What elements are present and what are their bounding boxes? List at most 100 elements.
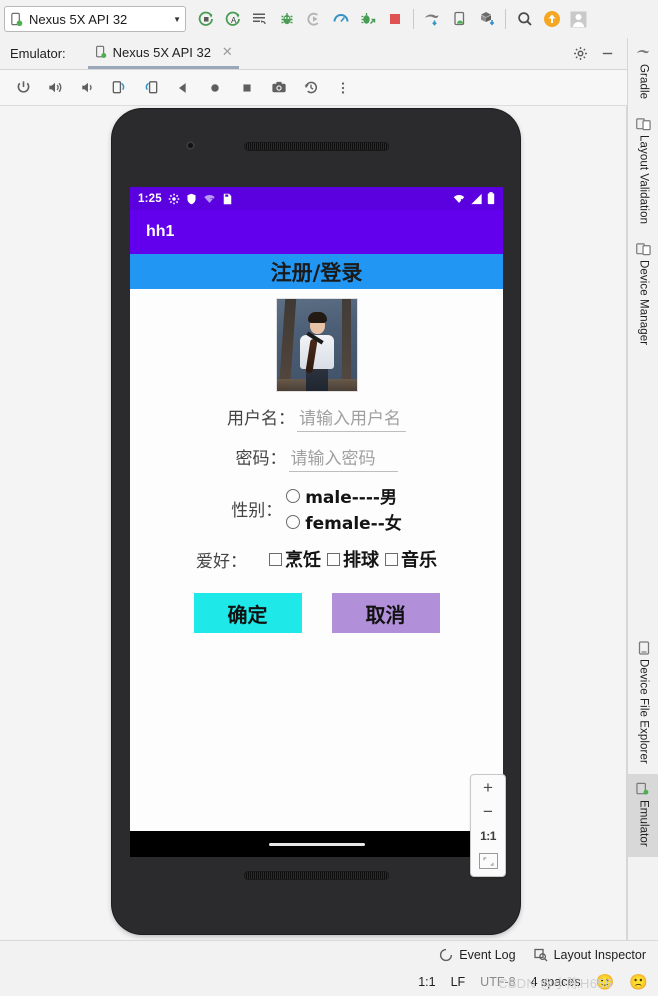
- attach-debugger-icon[interactable]: [300, 4, 327, 34]
- app-title: hh1: [146, 223, 175, 240]
- sidebar-label: Device Manager: [637, 260, 650, 346]
- radio-male[interactable]: male----男: [286, 483, 402, 508]
- back-button[interactable]: [168, 73, 198, 103]
- sidebar-item-device-file-explorer[interactable]: Device File Explorer: [628, 633, 658, 774]
- checkbox-icon[interactable]: [385, 552, 398, 566]
- debug-attach-process-icon[interactable]: [354, 4, 381, 34]
- indent-setting[interactable]: 4 spaces: [531, 975, 581, 989]
- svg-text:?: ?: [210, 198, 213, 204]
- form-body: 用户名： 请输入用户名 密码： 请输入密码 性别： male----男 fema…: [130, 289, 503, 857]
- update-icon[interactable]: [538, 4, 565, 34]
- actual-size-button[interactable]: 1:1: [480, 829, 496, 843]
- close-icon[interactable]: ✕: [222, 44, 233, 60]
- checkbox-music[interactable]: 音乐: [385, 546, 437, 572]
- chevron-down-icon[interactable]: ▼: [173, 15, 181, 24]
- caret-position[interactable]: 1:1: [418, 975, 435, 989]
- history-button[interactable]: [296, 73, 326, 103]
- file-encoding[interactable]: UTF-8: [480, 975, 515, 989]
- minimize-icon[interactable]: [600, 46, 615, 61]
- checkbox-icon[interactable]: [269, 552, 282, 566]
- screenshot-button[interactable]: [264, 73, 294, 103]
- bottom-item-event-log[interactable]: Event Log: [439, 948, 516, 962]
- feedback-sad-icon[interactable]: 🙁: [629, 973, 648, 991]
- radio-female-label: female--女: [305, 514, 402, 534]
- stop-icon[interactable]: [381, 4, 408, 34]
- account-icon[interactable]: [565, 4, 592, 34]
- gender-label: 性别：: [231, 501, 283, 521]
- radio-female[interactable]: female--女: [286, 509, 402, 534]
- checkbox-cooking[interactable]: 烹饪: [269, 546, 321, 572]
- fit-to-screen-icon[interactable]: [478, 853, 498, 869]
- sidebar-label: Gradle: [637, 64, 650, 100]
- checkbox-volleyball[interactable]: 排球: [327, 546, 379, 572]
- username-input[interactable]: 请输入用户名: [297, 404, 406, 432]
- checkbox-music-label: 音乐: [401, 550, 437, 571]
- confirm-button[interactable]: 确定: [193, 593, 302, 633]
- password-input[interactable]: 请输入密码: [288, 444, 398, 472]
- status-left-icons: ?: [168, 193, 233, 205]
- hobby-row: 爱好： 烹饪 排球 音乐: [130, 546, 503, 572]
- device-selector-dropdown[interactable]: Nexus 5X API 32 ▼: [4, 6, 186, 32]
- sidebar-item-layout-validation[interactable]: Layout Validation: [628, 109, 658, 234]
- zoom-out-button[interactable]: −: [483, 803, 493, 820]
- emulator-canvas: 1:25 ? hh1 注册/登录 用户名： 请输入用户名 密码： 请输入密码 性…: [0, 106, 627, 940]
- debug-icon[interactable]: [273, 4, 300, 34]
- zoom-in-button[interactable]: +: [483, 779, 493, 796]
- bottom-speaker: [244, 871, 389, 880]
- gender-row: 性别： male----男 female--女: [130, 483, 503, 534]
- device-file-explorer-icon: [637, 641, 651, 656]
- avatar-container: [130, 298, 503, 392]
- sidebar-item-emulator[interactable]: Emulator: [628, 774, 658, 858]
- front-camera: [186, 141, 195, 150]
- tab-bar-actions: [573, 46, 615, 61]
- toolbar-divider-2: [505, 9, 506, 29]
- gesture-pill[interactable]: [268, 842, 365, 846]
- overview-button[interactable]: [232, 73, 262, 103]
- run-icon[interactable]: [192, 4, 219, 34]
- password-row: 密码： 请输入密码: [130, 444, 503, 472]
- status-time: 1:25: [138, 192, 162, 205]
- app-bar: hh1: [130, 210, 503, 254]
- gender-radio-group: male----男 female--女: [286, 483, 402, 534]
- gradle-icon: [636, 46, 651, 60]
- run-with-coverage-icon[interactable]: A: [219, 4, 246, 34]
- form-button-row: 确定 取消: [130, 593, 503, 633]
- radio-button-icon[interactable]: [286, 514, 301, 529]
- sidebar-item-gradle[interactable]: Gradle: [628, 38, 658, 109]
- android-status-bar: 1:25 ?: [130, 187, 503, 210]
- power-button[interactable]: [8, 73, 38, 103]
- sdk-manager-icon[interactable]: [473, 4, 500, 34]
- sidebar-item-device-manager[interactable]: Device Manager: [628, 234, 658, 355]
- more-button[interactable]: [328, 73, 358, 103]
- bottom-item-layout-inspector[interactable]: Layout Inspector: [533, 948, 646, 962]
- checkbox-icon[interactable]: [327, 552, 340, 566]
- phone-frame: 1:25 ? hh1 注册/登录 用户名： 请输入用户名 密码： 请输入密码 性…: [112, 109, 520, 934]
- apply-changes-icon[interactable]: [246, 4, 273, 34]
- radio-male-label: male----男: [305, 488, 397, 508]
- cancel-button[interactable]: 取消: [331, 593, 440, 633]
- avd-manager-icon[interactable]: [446, 4, 473, 34]
- radio-button-icon[interactable]: [286, 488, 301, 503]
- sidebar-label: Device File Explorer: [637, 659, 650, 765]
- gradle-sync-icon[interactable]: [419, 4, 446, 34]
- tab-nexus-5x-api-32[interactable]: Nexus 5X API 32 ✕: [87, 38, 239, 69]
- rotate-right-button[interactable]: [136, 73, 166, 103]
- device-screen[interactable]: 1:25 ? hh1 注册/登录 用户名： 请输入用户名 密码： 请输入密码 性…: [130, 187, 503, 857]
- form-header-band: 注册/登录: [130, 254, 503, 289]
- line-separator[interactable]: LF: [451, 975, 466, 989]
- volume-up-button[interactable]: [40, 73, 70, 103]
- status-line: 1:1 LF UTF-8 4 spaces 🙂 🙁: [0, 968, 658, 996]
- right-tool-sidebar: Gradle Layout Validation Device Manager: [627, 38, 658, 940]
- volume-down-button[interactable]: [72, 73, 102, 103]
- battery-icon: [487, 192, 495, 205]
- profiler-icon[interactable]: [327, 4, 354, 34]
- search-icon[interactable]: [511, 4, 538, 34]
- gear-icon[interactable]: [573, 46, 588, 61]
- home-button[interactable]: [200, 73, 230, 103]
- username-label: 用户名：: [227, 409, 295, 429]
- rotate-left-button[interactable]: [104, 73, 134, 103]
- tab-label: Nexus 5X API 32: [112, 44, 211, 60]
- device-icon: [94, 45, 108, 59]
- feedback-happy-icon[interactable]: 🙂: [596, 973, 615, 991]
